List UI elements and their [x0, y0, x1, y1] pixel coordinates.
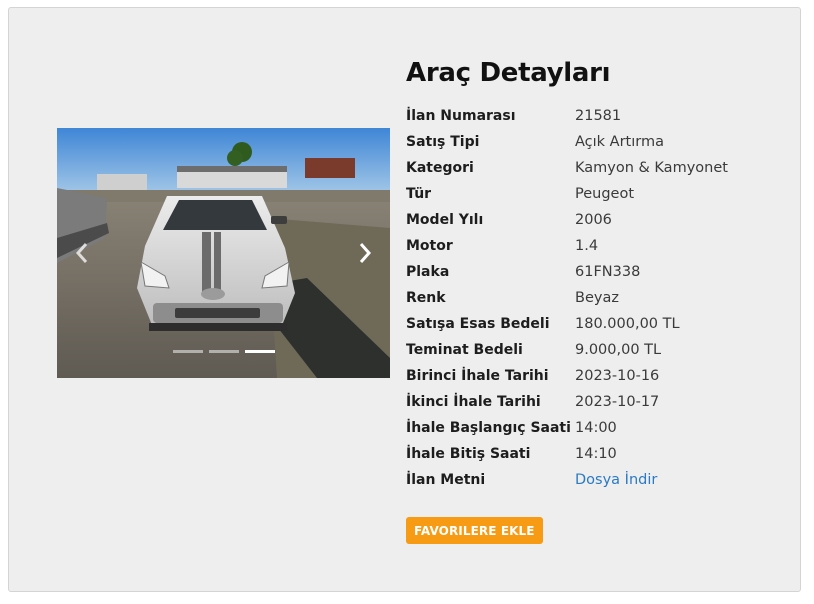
add-to-favorites-button[interactable]: FAVORILERE EKLE: [406, 517, 543, 544]
detail-value: Kamyon & Kamyonet: [575, 160, 728, 176]
detail-label: Kategori: [406, 160, 474, 176]
detail-label: İhale Başlangıç Saati: [406, 420, 571, 436]
detail-value: 180.000,00 TL: [575, 316, 680, 332]
detail-row: İhale Başlangıç Saati 14:00: [406, 415, 786, 441]
carousel-indicators: [57, 350, 390, 353]
chevron-left-icon: [75, 243, 88, 263]
detail-label: İlan Numarası: [406, 108, 516, 124]
vehicle-photo-carousel[interactable]: [57, 128, 390, 378]
detail-row: İkinci İhale Tarihi 2023-10-17: [406, 389, 786, 415]
detail-label: İhale Bitiş Saati: [406, 446, 531, 462]
detail-value: 2006: [575, 212, 612, 228]
detail-value: 21581: [575, 108, 622, 124]
detail-value: Açık Artırma: [575, 134, 664, 150]
detail-label: Teminat Bedeli: [406, 342, 523, 358]
detail-label: Renk: [406, 290, 446, 306]
detail-value: 1.4: [575, 238, 599, 254]
carousel-prev-button[interactable]: [57, 128, 107, 378]
details-list: İlan Numarası 21581 Satış Tipi Açık Artırma…: [406, 103, 786, 493]
detail-label: Tür: [406, 186, 432, 202]
carousel-indicator[interactable]: [244, 350, 275, 353]
detail-value: 14:00: [575, 420, 617, 436]
detail-label: Model Yılı: [406, 212, 484, 228]
detail-value: 14:10: [575, 446, 617, 462]
detail-label: Satış Tipi: [406, 134, 480, 150]
detail-label: İkinci İhale Tarihi: [406, 394, 541, 410]
detail-value: 2023-10-16: [575, 368, 660, 384]
detail-row: Kategori Kamyon & Kamyonet: [406, 155, 786, 181]
detail-label: Plaka: [406, 264, 450, 280]
vehicle-details-panel: Araç Detayları İlan Numarası 21581 Satış T…: [406, 55, 786, 544]
detail-row: Satışa Esas Bedeli 180.000,00 TL: [406, 311, 786, 337]
detail-row: Tür Peugeot: [406, 181, 786, 207]
detail-row: Satış Tipi Açık Artırma: [406, 129, 786, 155]
detail-row: Plaka 61FN338: [406, 259, 786, 285]
detail-row: Model Yılı 2006: [406, 207, 786, 233]
page-title: Araç Detayları: [406, 58, 611, 88]
detail-label: İlan Metni: [406, 472, 486, 488]
detail-label: Birinci İhale Tarihi: [406, 368, 549, 384]
detail-value: 2023-10-17: [575, 394, 660, 410]
detail-value: 61FN338: [575, 264, 641, 280]
detail-label: Satışa Esas Bedeli: [406, 316, 550, 332]
detail-value: Beyaz: [575, 290, 619, 306]
detail-value: 9.000,00 TL: [575, 342, 662, 358]
detail-row: Teminat Bedeli 9.000,00 TL: [406, 337, 786, 363]
carousel-next-button[interactable]: [340, 128, 390, 378]
detail-row: İhale Bitiş Saati 14:10: [406, 441, 786, 467]
detail-row: Motor 1.4: [406, 233, 786, 259]
detail-value: Peugeot: [575, 186, 635, 202]
detail-row: İlan Metni Dosya İndir: [406, 467, 786, 493]
carousel-indicator[interactable]: [208, 350, 239, 353]
detail-label: Motor: [406, 238, 453, 254]
detail-row: İlan Numarası 21581: [406, 103, 786, 129]
download-file-link[interactable]: Dosya İndir: [575, 467, 657, 493]
detail-row: Birinci İhale Tarihi 2023-10-16: [406, 363, 786, 389]
chevron-right-icon: [359, 243, 372, 263]
carousel-indicator[interactable]: [172, 350, 203, 353]
detail-row: Renk Beyaz: [406, 285, 786, 311]
